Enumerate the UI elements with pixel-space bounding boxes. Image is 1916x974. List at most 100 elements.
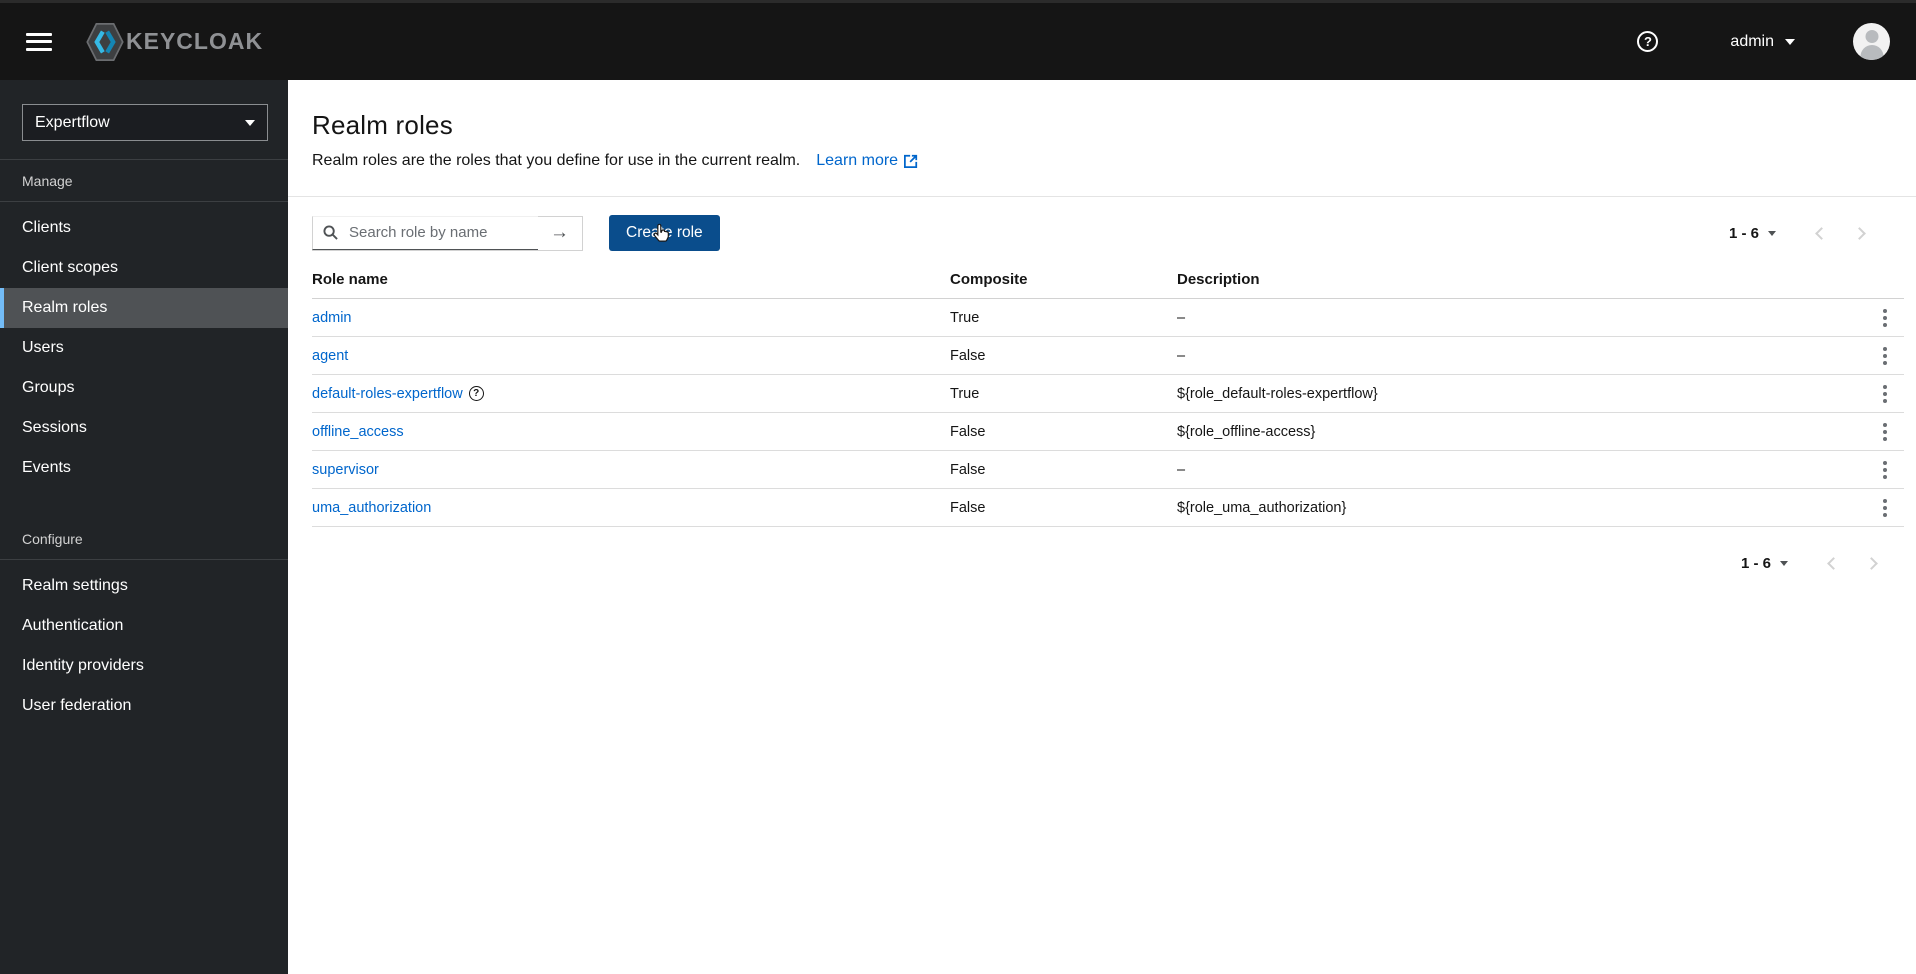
- composite-cell: True: [950, 309, 980, 326]
- search-input[interactable]: [347, 223, 528, 242]
- table-row: admin True –: [312, 299, 1904, 337]
- user-menu[interactable]: admin: [1730, 33, 1795, 51]
- page-title: Realm roles: [312, 110, 453, 140]
- chevron-down-icon: [1780, 560, 1788, 566]
- sidebar-item-label: Client scopes: [22, 259, 119, 276]
- sidebar-item-events[interactable]: Events: [0, 448, 288, 488]
- sidebar-nav: Manage Clients Client scopes Realm roles Use…: [0, 159, 288, 726]
- sidebar-item-label: Events: [22, 459, 71, 476]
- sidebar-item-label: Realm settings: [22, 577, 128, 594]
- role-name-link[interactable]: offline_access: [312, 424, 404, 440]
- role-name-link[interactable]: supervisor: [312, 462, 379, 478]
- kebab-menu-icon[interactable]: [1875, 341, 1895, 371]
- search-submit-button[interactable]: →: [537, 217, 582, 250]
- sidebar-item-authentication[interactable]: Authentication: [0, 606, 288, 646]
- pagination-next-button[interactable]: [1840, 216, 1878, 250]
- sidebar-item-label: Authentication: [22, 617, 124, 634]
- hamburger-menu-icon[interactable]: [26, 29, 52, 55]
- keycloak-hexagon-icon: [86, 21, 124, 63]
- description-cell: –: [1177, 461, 1186, 478]
- pagination-range: 1 - 6: [1728, 224, 1759, 242]
- roles-table-body: admin True – agent False – default-roles-exper…: [312, 299, 1904, 527]
- table-row: offline_access False ${role_offline-access…: [312, 413, 1904, 451]
- sidebar-item-sessions[interactable]: Sessions: [0, 408, 288, 448]
- sidebar-item-label: Identity providers: [22, 657, 144, 674]
- bottom-bar: 1 - 6: [288, 527, 1916, 580]
- page-header: Realm roles Realm roles are the roles th…: [288, 80, 1916, 197]
- table-row: uma_authorization False ${role_uma_authori…: [312, 489, 1904, 527]
- pagination-prev-button[interactable]: [1814, 546, 1852, 580]
- sidebar-item-realm-settings[interactable]: Realm settings: [0, 566, 288, 606]
- sidebar-item-clients[interactable]: Clients: [0, 208, 288, 248]
- kebab-menu-icon[interactable]: [1875, 303, 1895, 333]
- role-name-link[interactable]: uma_authorization: [312, 500, 431, 516]
- search-icon: [323, 225, 338, 240]
- external-link-icon: [904, 154, 918, 168]
- username-label: admin: [1730, 32, 1774, 50]
- column-header-role-name: Role name: [312, 271, 388, 288]
- composite-cell: False: [950, 347, 986, 364]
- sidebar-item-identity-providers[interactable]: Identity providers: [0, 646, 288, 686]
- table-header-row: Role name Composite Description: [312, 261, 1904, 299]
- learn-more-link[interactable]: Learn more: [816, 152, 918, 170]
- chevron-right-icon: [1852, 226, 1866, 240]
- column-header-description: Description: [1177, 271, 1260, 288]
- role-name-link[interactable]: admin: [312, 310, 352, 326]
- learn-more-label: Learn more: [816, 152, 899, 169]
- search-group: →: [312, 215, 583, 251]
- sidebar-item-user-federation[interactable]: User federation: [0, 686, 288, 726]
- composite-cell: True: [950, 385, 980, 402]
- sidebar-item-realm-roles[interactable]: Realm roles: [0, 288, 288, 328]
- chevron-left-icon: [1814, 226, 1828, 240]
- description-cell: –: [1177, 309, 1186, 326]
- chevron-down-icon: [1768, 230, 1776, 236]
- sidebar: Expertflow Manage Clients Client scopes Rea…: [0, 80, 288, 974]
- sidebar-item-client-scopes[interactable]: Client scopes: [0, 248, 288, 288]
- sidebar-item-label: Users: [22, 339, 64, 356]
- sidebar-item-label: User federation: [22, 697, 132, 714]
- table-row: agent False –: [312, 337, 1904, 375]
- realm-selector[interactable]: Expertflow: [22, 104, 268, 141]
- kebab-menu-icon[interactable]: [1875, 379, 1895, 409]
- sidebar-item-label: Sessions: [22, 419, 87, 436]
- chevron-down-icon: [1785, 38, 1795, 45]
- pagination-prev-button[interactable]: [1802, 216, 1840, 250]
- nav-section-label: Configure: [0, 518, 288, 560]
- pagination-bottom: 1 - 6: [1741, 546, 1890, 580]
- pagination-top: 1 - 6: [1729, 216, 1878, 250]
- kebab-menu-icon[interactable]: [1875, 417, 1895, 447]
- realm-selector-label: Expertflow: [35, 113, 110, 131]
- question-circle-icon[interactable]: ?: [468, 386, 484, 401]
- role-name-link[interactable]: default-roles-expertflow: [312, 386, 463, 402]
- keycloak-logo[interactable]: KEYCLOAK: [86, 21, 263, 63]
- sidebar-item-label: Realm roles: [22, 299, 108, 316]
- column-header-composite: Composite: [950, 271, 1028, 288]
- composite-cell: False: [950, 461, 986, 478]
- create-role-button[interactable]: Create role: [609, 215, 720, 251]
- create-role-label: Create role: [626, 224, 703, 241]
- sidebar-item-users[interactable]: Users: [0, 328, 288, 368]
- description-cell: ${role_offline-access}: [1177, 423, 1316, 440]
- brand-text: KEYCLOAK: [126, 28, 264, 54]
- description-cell: –: [1177, 347, 1186, 364]
- chevron-down-icon: [245, 119, 255, 126]
- sidebar-item-groups[interactable]: Groups: [0, 368, 288, 408]
- main-content: Realm roles Realm roles are the roles th…: [288, 80, 1916, 974]
- pagination-menu-toggle[interactable]: 1 - 6: [1741, 555, 1788, 572]
- kebab-menu-icon[interactable]: [1875, 455, 1895, 485]
- table-row: supervisor False –: [312, 451, 1904, 489]
- description-cell: ${role_uma_authorization}: [1177, 499, 1347, 516]
- pagination-range: 1 - 6: [1740, 554, 1771, 572]
- roles-table: Role name Composite Description admin Tru…: [312, 261, 1904, 527]
- role-name-link[interactable]: agent: [312, 348, 348, 364]
- table-row: default-roles-expertflow? True ${role_defa…: [312, 375, 1904, 413]
- avatar[interactable]: [1853, 23, 1890, 60]
- composite-cell: False: [950, 423, 986, 440]
- kebab-menu-icon[interactable]: [1875, 493, 1895, 523]
- pagination-menu-toggle[interactable]: 1 - 6: [1729, 225, 1776, 242]
- help-icon[interactable]: ?: [1637, 31, 1659, 52]
- roles-toolbar: → Create role 1 - 6: [288, 197, 1916, 253]
- pagination-next-button[interactable]: [1852, 546, 1890, 580]
- sidebar-item-label: Groups: [22, 379, 75, 396]
- masthead: KEYCLOAK ? admin: [0, 0, 1916, 80]
